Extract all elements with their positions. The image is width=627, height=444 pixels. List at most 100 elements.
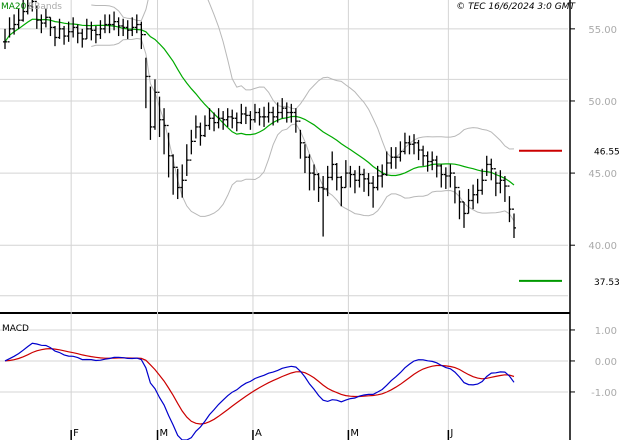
price-bar — [484, 155, 489, 181]
resistance-label: 46.55 — [594, 148, 620, 158]
price-bar — [339, 175, 344, 207]
price-bar — [171, 154, 176, 195]
price-bar — [330, 151, 335, 181]
price-bar — [302, 142, 307, 174]
price-bar — [184, 144, 189, 181]
price-bar — [457, 186, 462, 220]
macd-signal-line — [4, 347, 515, 425]
macd-label: MACD — [2, 324, 29, 334]
price-bar — [89, 21, 94, 41]
price-bar — [107, 14, 112, 34]
price-tick-label: 45.00 — [588, 169, 617, 180]
price-bar — [257, 108, 262, 126]
price-bar — [71, 17, 76, 38]
price-bar — [412, 134, 417, 155]
price-bar — [225, 108, 230, 127]
price-bar — [421, 145, 426, 166]
price-bar — [102, 14, 107, 34]
price-bar — [402, 132, 407, 155]
price-bar — [430, 151, 435, 171]
price-tick-label: 50.00 — [588, 97, 617, 108]
price-bar — [298, 120, 303, 159]
price-bar — [366, 173, 371, 197]
price-bar — [98, 20, 103, 39]
price-bar — [316, 173, 321, 202]
price-bar — [471, 184, 476, 210]
price-bar — [398, 141, 403, 162]
price-tick-label: 40.00 — [588, 241, 617, 252]
price-bar — [112, 11, 117, 31]
price-bar — [262, 106, 267, 127]
support-label: 37.53 — [594, 278, 620, 288]
price-bar — [221, 111, 226, 130]
price-bar — [289, 103, 294, 123]
price-tick-label: 55.00 — [588, 25, 617, 36]
price-bar — [243, 106, 248, 125]
price-bar — [248, 111, 253, 130]
price-bar — [234, 112, 239, 132]
moving-average — [4, 18, 515, 186]
price-bar — [512, 208, 516, 238]
price-bar — [371, 175, 376, 208]
price-bar — [307, 154, 312, 191]
legend-ma20: MA20 — [1, 2, 27, 12]
price-bar — [293, 108, 298, 133]
price-bar — [334, 162, 339, 191]
grid — [0, 0, 568, 440]
price-bar — [462, 201, 467, 228]
price-bar — [362, 168, 367, 192]
price-bar — [357, 165, 362, 188]
price-bar — [271, 106, 276, 126]
price-bar — [434, 155, 439, 178]
price-bar — [157, 91, 162, 138]
price-bar — [12, 14, 17, 35]
price-bar — [66, 21, 71, 42]
macd-tick-label: 1.00 — [595, 326, 617, 337]
price-bars — [3, 0, 516, 238]
price-bar — [143, 33, 148, 109]
price-bar — [348, 165, 353, 188]
price-bar — [375, 165, 380, 191]
price-bar — [498, 170, 503, 194]
price-bar — [266, 102, 271, 123]
x-tick-label: M — [350, 428, 359, 439]
ma20-line — [4, 18, 515, 186]
price-bar — [384, 151, 389, 176]
price-bar — [134, 14, 139, 34]
price-bar — [198, 122, 203, 146]
price-bar — [130, 17, 135, 37]
price-bar — [75, 24, 80, 44]
price-bar — [448, 164, 453, 188]
price-bar — [325, 165, 330, 197]
macd-tick-label: 0.00 — [595, 357, 617, 368]
price-bar — [216, 108, 221, 129]
price-bar — [425, 151, 430, 172]
price-bar — [230, 109, 235, 129]
price-bar — [202, 115, 207, 138]
price-bar — [393, 147, 398, 169]
price-bar — [475, 178, 480, 204]
price-bar — [452, 172, 457, 204]
price-bar — [125, 20, 130, 39]
x-tick-label: A — [255, 428, 262, 439]
price-bar — [343, 160, 348, 189]
macd-tick-label: -1.00 — [591, 388, 617, 399]
chart-canvas: 46.55 37.53 55.00 50.00 45.00 40.00 1.00 0.00 -… — [0, 0, 620, 441]
price-bar — [380, 164, 385, 188]
price-bar — [466, 188, 471, 215]
x-tick-label: F — [73, 428, 79, 439]
price-bar — [416, 139, 421, 161]
price-bar — [252, 103, 257, 123]
price-bar — [152, 79, 157, 130]
price-bar — [439, 164, 444, 188]
price-bar — [389, 147, 394, 169]
price-bar — [189, 129, 194, 161]
price-bar — [352, 170, 357, 194]
price-bar — [39, 14, 44, 34]
axes: 55.00 50.00 45.00 40.00 1.00 0.00 -1.00 F M A M J — [70, 25, 617, 440]
price-bar — [239, 103, 244, 125]
x-tick-label: M — [160, 428, 169, 439]
price-bar — [80, 28, 85, 48]
legend-bbands: BBands — [28, 2, 62, 12]
price-bar — [193, 115, 198, 143]
